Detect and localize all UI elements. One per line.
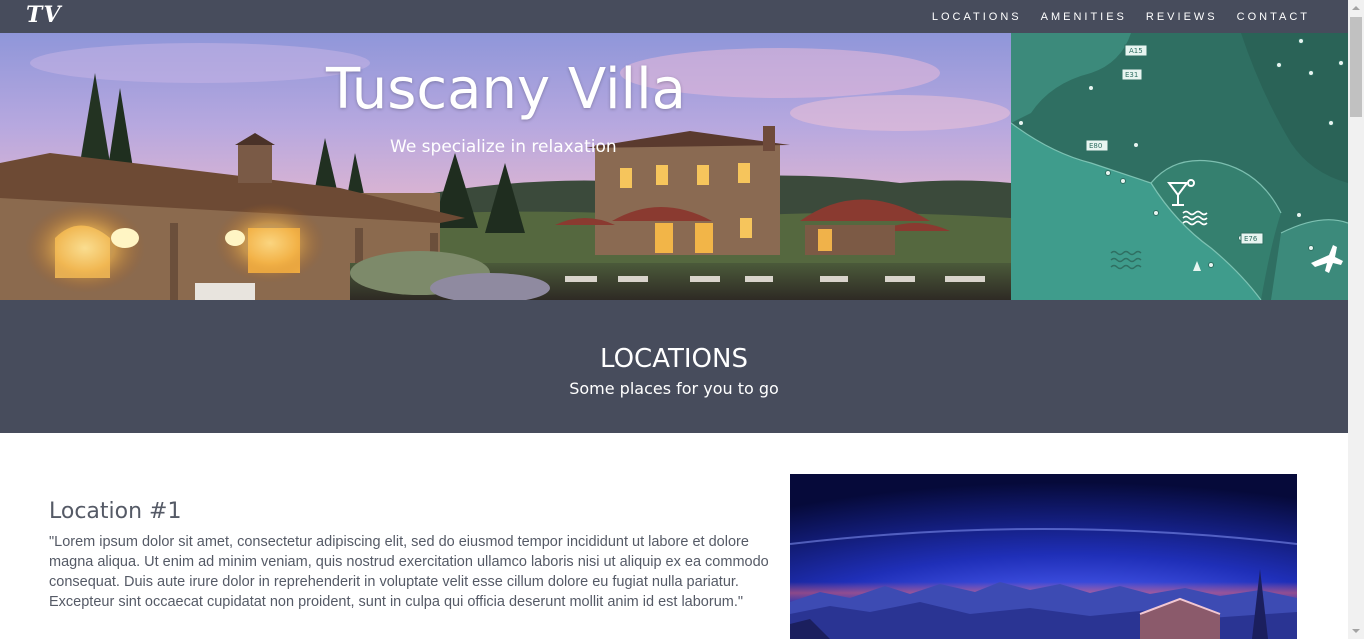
scroll-down-icon[interactable]	[1348, 623, 1364, 639]
nav-links: LOCATIONS AMENITIES REVIEWS CONTACT	[913, 0, 1310, 33]
location-description: "Lorem ipsum dolor sit amet, consectetur…	[49, 534, 769, 610]
map-label-a15: A15	[1129, 47, 1143, 55]
scroll-up-icon[interactable]	[1348, 0, 1364, 16]
nav-link-reviews[interactable]: REVIEWS	[1146, 11, 1218, 23]
locations-section-header: LOCATIONS Some places for you to go	[0, 300, 1348, 433]
nav-link-contact[interactable]: CONTACT	[1237, 11, 1310, 23]
map-label-e31: E31	[1125, 71, 1138, 79]
hero-banner: A15 E31 E80 E76 Tuscany Villa We special…	[0, 33, 1348, 300]
page-scrollbar[interactable]	[1348, 0, 1364, 639]
nav-link-amenities[interactable]: AMENITIES	[1041, 11, 1127, 23]
nav-link-locations[interactable]: LOCATIONS	[932, 11, 1022, 23]
brand-logo[interactable]: TV	[26, 2, 61, 28]
top-navbar: TV LOCATIONS AMENITIES REVIEWS CONTACT	[0, 0, 1348, 33]
section-title: LOCATIONS	[600, 344, 748, 374]
map-label-e76: E76	[1244, 235, 1258, 243]
scroll-thumb[interactable]	[1350, 17, 1362, 117]
location-photo	[790, 474, 1297, 639]
region-map: A15 E31 E80 E76	[1011, 33, 1348, 300]
section-subtitle: Some places for you to go	[569, 379, 779, 398]
map-label-e80: E80	[1089, 142, 1102, 150]
location-heading: Location #1	[49, 499, 182, 524]
hero-title: Tuscany Villa	[326, 57, 686, 122]
hero-subtitle: We specialize in relaxation	[390, 137, 617, 157]
